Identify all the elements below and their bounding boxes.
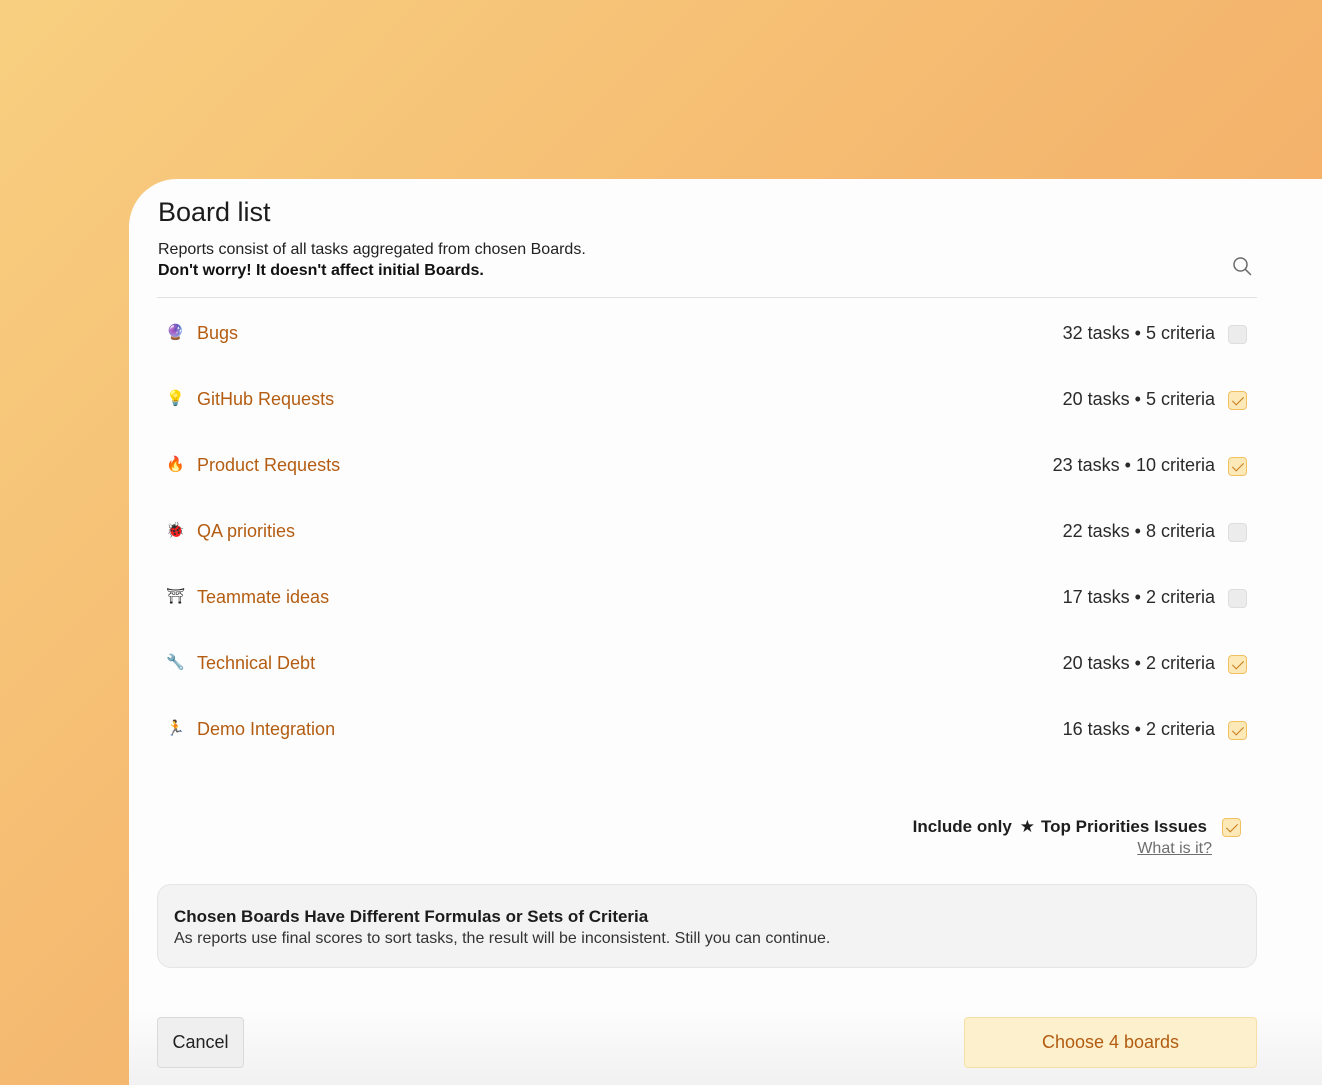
dialog-description: Reports consist of all tasks aggregated … bbox=[158, 241, 586, 258]
board-meta: 16 tasks • 2 criteria bbox=[1062, 719, 1215, 739]
board-list-dialog: Board list Reports consist of all tasks … bbox=[129, 179, 1322, 1085]
crystal-ball-icon: 🔮 bbox=[166, 324, 185, 341]
board-list[interactable]: 🔮 Bugs 32 tasks • 5 criteria 💡 GitHub Re… bbox=[157, 302, 1257, 792]
star-icon: ★ bbox=[1019, 817, 1036, 836]
top-priorities-label: Top Priorities Issues bbox=[1041, 817, 1207, 836]
include-only-prefix: Include only bbox=[912, 817, 1012, 836]
board-meta: 23 tasks • 10 criteria bbox=[1052, 455, 1215, 475]
dialog-title: Board list bbox=[158, 197, 271, 227]
board-meta: 32 tasks • 5 criteria bbox=[1062, 323, 1215, 343]
board-checkbox[interactable] bbox=[1228, 721, 1247, 740]
warning-text: As reports use final scores to sort task… bbox=[174, 930, 831, 947]
light-bulb-icon: 💡 bbox=[166, 390, 185, 407]
wrench-icon: 🔧 bbox=[166, 654, 185, 671]
choose-boards-button[interactable]: Choose 4 boards bbox=[964, 1017, 1257, 1068]
shrine-gate-icon: ⛩ bbox=[166, 588, 186, 605]
what-is-it-link[interactable]: What is it? bbox=[1137, 840, 1212, 858]
board-name: Product Requests bbox=[197, 455, 341, 475]
dialog-note: Don't worry! It doesn't affect initial B… bbox=[158, 262, 484, 279]
board-meta: 20 tasks • 5 criteria bbox=[1062, 389, 1215, 409]
warning-title: Chosen Boards Have Different Formulas or… bbox=[174, 907, 649, 926]
fire-icon: 🔥 bbox=[166, 456, 185, 473]
board-name: Technical Debt bbox=[197, 653, 316, 673]
ladybug-icon: 🐞 bbox=[166, 522, 185, 539]
runner-icon: 🏃 bbox=[166, 720, 185, 737]
board-name: QA priorities bbox=[197, 521, 296, 541]
list-scroll-fade bbox=[157, 769, 1257, 795]
board-checkbox[interactable] bbox=[1228, 655, 1247, 674]
board-name: Bugs bbox=[197, 323, 239, 343]
board-meta: 20 tasks • 2 criteria bbox=[1062, 653, 1215, 673]
board-row[interactable]: 💡 GitHub Requests 20 tasks • 5 criteria bbox=[157, 368, 1257, 434]
board-row[interactable]: 🏃 Demo Integration 16 tasks • 2 criteria bbox=[157, 698, 1257, 764]
board-checkbox[interactable] bbox=[1228, 391, 1247, 410]
board-name: Demo Integration bbox=[197, 719, 336, 739]
header-divider bbox=[157, 297, 1257, 298]
board-row[interactable]: ⛩ Teammate ideas 17 tasks • 2 criteria bbox=[157, 566, 1257, 632]
board-row[interactable]: 🔮 Bugs 32 tasks • 5 criteria bbox=[157, 302, 1257, 368]
board-meta: 17 tasks • 2 criteria bbox=[1062, 587, 1215, 607]
warning-banner: Chosen Boards Have Different Formulas or… bbox=[157, 884, 1257, 968]
cancel-button[interactable]: Cancel bbox=[157, 1017, 244, 1068]
include-only-filter[interactable]: Include only ★ Top Priorities Issues bbox=[913, 817, 1207, 837]
board-row[interactable]: 🔧 Technical Debt 20 tasks • 2 criteria bbox=[157, 632, 1257, 698]
board-checkbox[interactable] bbox=[1228, 325, 1247, 344]
board-checkbox[interactable] bbox=[1228, 457, 1247, 476]
board-row[interactable]: 🐞 QA priorities 22 tasks • 8 criteria bbox=[157, 500, 1257, 566]
search-icon[interactable] bbox=[1231, 255, 1253, 277]
board-name: GitHub Requests bbox=[197, 389, 335, 409]
board-meta: 22 tasks • 8 criteria bbox=[1062, 521, 1215, 541]
board-row[interactable]: 🔥 Product Requests 23 tasks • 10 criteri… bbox=[157, 434, 1257, 500]
board-checkbox[interactable] bbox=[1228, 589, 1247, 608]
board-checkbox[interactable] bbox=[1228, 523, 1247, 542]
top-priorities-checkbox[interactable] bbox=[1222, 818, 1241, 837]
board-name: Teammate ideas bbox=[197, 587, 330, 607]
